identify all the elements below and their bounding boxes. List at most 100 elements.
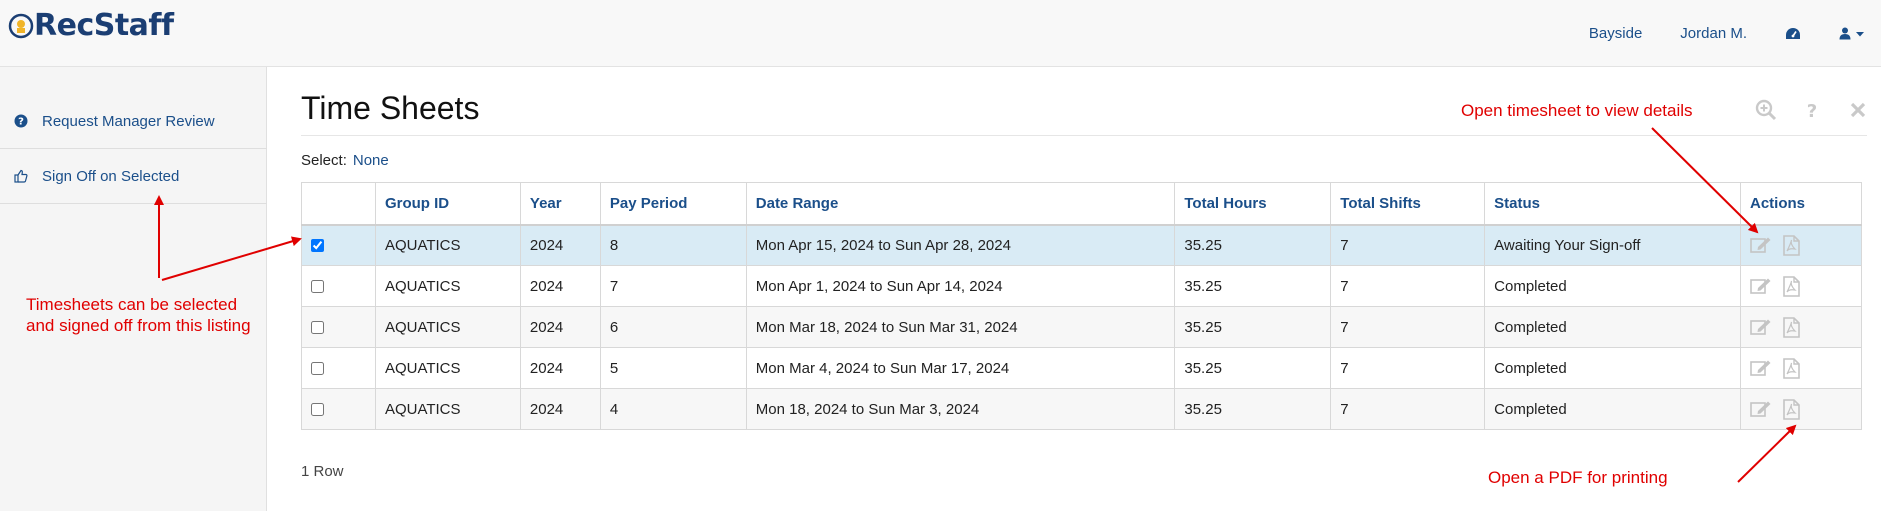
cell-actions — [1739, 347, 1863, 389]
top-navbar: RecStaff Bayside Jordan M. — [0, 0, 1881, 67]
cell-pay-period: 6 — [599, 306, 747, 348]
row-select-checkbox[interactable] — [311, 362, 324, 376]
row-select-checkbox[interactable] — [311, 239, 324, 253]
cell-date-range: Mon 18, 2024 to Sun Mar 3, 2024 — [745, 388, 1176, 430]
pdf-icon[interactable] — [1782, 398, 1800, 420]
sidebar: ? Request Manager Review Sign Off on Sel… — [0, 67, 267, 511]
cell-pay-period: 5 — [599, 347, 747, 389]
sidebar-item-request-manager-review[interactable]: ? Request Manager Review — [0, 94, 267, 149]
svg-text:?: ? — [18, 117, 24, 128]
cell-total-shifts: 7 — [1330, 224, 1486, 266]
sidebar-item-label: Sign Off on Selected — [42, 167, 180, 185]
col-header-total-hours[interactable]: Total Hours — [1174, 182, 1332, 226]
col-header-status[interactable]: Status — [1484, 182, 1741, 226]
cell-date-range: Mon Apr 1, 2024 to Sun Apr 14, 2024 — [745, 265, 1176, 307]
row-select-cell — [301, 306, 376, 348]
close-icon[interactable] — [1847, 99, 1869, 121]
page-title: Time Sheets — [301, 90, 480, 126]
cell-group-id: AQUATICS — [374, 265, 521, 307]
edit-icon[interactable] — [1750, 359, 1772, 377]
cell-date-range: Mon Mar 4, 2024 to Sun Mar 17, 2024 — [745, 347, 1176, 389]
edit-icon[interactable] — [1750, 400, 1772, 418]
cell-total-shifts: 7 — [1330, 388, 1486, 430]
cell-year: 2024 — [519, 306, 601, 348]
cell-date-range: Mon Mar 18, 2024 to Sun Mar 31, 2024 — [745, 306, 1176, 348]
cell-total-shifts: 7 — [1330, 347, 1486, 389]
select-bar: Select: None — [301, 152, 389, 169]
cell-total-hours: 35.25 — [1174, 388, 1332, 430]
help-icon[interactable]: ? — [1801, 99, 1823, 121]
nav-user-link[interactable]: Jordan M. — [1680, 25, 1747, 42]
row-select-cell — [301, 224, 376, 266]
cell-total-shifts: 7 — [1330, 306, 1486, 348]
row-select-checkbox[interactable] — [311, 321, 324, 335]
table-header-row: Group ID Year Pay Period Date Range Tota… — [301, 182, 1863, 226]
annotation-view-note: Open timesheet to view details — [1461, 101, 1693, 120]
col-header-group-id[interactable]: Group ID — [374, 182, 521, 226]
col-header-pay-period[interactable]: Pay Period — [599, 182, 747, 226]
cell-status: Completed — [1484, 388, 1741, 430]
cell-status: Awaiting Your Sign-off — [1484, 224, 1741, 266]
top-nav-links: Bayside Jordan M. — [1589, 0, 1881, 67]
dashboard-icon[interactable] — [1785, 27, 1801, 41]
cell-total-hours: 35.25 — [1174, 347, 1332, 389]
pdf-icon[interactable] — [1782, 275, 1800, 297]
table-row[interactable]: AQUATICS 2024 6 Mon Mar 18, 2024 to Sun Mar… — [301, 306, 1863, 348]
col-header-total-shifts[interactable]: Total Shifts — [1330, 182, 1486, 226]
sidebar-item-sign-off-on-selected[interactable]: Sign Off on Selected — [0, 149, 267, 204]
timesheets-table: Group ID Year Pay Period Date Range Tota… — [301, 182, 1863, 430]
col-header-date-range[interactable]: Date Range — [745, 182, 1176, 226]
caret-down-icon — [1856, 31, 1864, 36]
cell-actions — [1739, 388, 1863, 430]
zoom-icon[interactable] — [1755, 99, 1777, 121]
nav-location-link[interactable]: Bayside — [1589, 25, 1642, 42]
table-row[interactable]: AQUATICS 2024 4 Mon 18, 2024 to Sun Mar 3, … — [301, 388, 1863, 430]
main-content: Time Sheets ? Select: None Group ID Year… — [267, 67, 1881, 511]
row-select-cell — [301, 347, 376, 389]
pdf-icon[interactable] — [1782, 357, 1800, 379]
cell-year: 2024 — [519, 347, 601, 389]
edit-icon[interactable] — [1750, 318, 1772, 336]
col-header-year[interactable]: Year — [519, 182, 601, 226]
select-label: Select: — [301, 152, 347, 169]
row-select-cell — [301, 265, 376, 307]
cell-year: 2024 — [519, 388, 601, 430]
sidebar-item-label: Request Manager Review — [42, 112, 215, 130]
col-select-header — [301, 182, 376, 226]
cell-total-hours: 35.25 — [1174, 306, 1332, 348]
cell-group-id: AQUATICS — [374, 224, 521, 266]
cell-total-shifts: 7 — [1330, 265, 1486, 307]
logo-text: RecStaff — [34, 8, 174, 43]
app-logo[interactable]: RecStaff — [8, 8, 174, 44]
cell-pay-period: 8 — [599, 224, 747, 266]
user-menu[interactable] — [1839, 27, 1865, 40]
pdf-icon[interactable] — [1782, 316, 1800, 338]
thumbs-up-icon — [12, 169, 30, 183]
panel-toolbar: ? — [1731, 99, 1869, 121]
edit-icon[interactable] — [1750, 236, 1772, 254]
logo-badge-icon — [8, 13, 34, 39]
question-circle-icon: ? — [12, 114, 30, 128]
cell-status: Completed — [1484, 347, 1741, 389]
row-count: 1 Row — [301, 463, 344, 480]
cell-actions — [1739, 224, 1863, 266]
cell-year: 2024 — [519, 224, 601, 266]
cell-actions — [1739, 265, 1863, 307]
row-select-checkbox[interactable] — [311, 280, 324, 294]
table-row[interactable]: AQUATICS 2024 8 Mon Apr 15, 2024 to Sun Apr… — [301, 224, 1863, 266]
row-select-checkbox[interactable] — [311, 403, 324, 417]
table-row[interactable]: AQUATICS 2024 5 Mon Mar 4, 2024 to Sun Mar … — [301, 347, 1863, 389]
edit-icon[interactable] — [1750, 277, 1772, 295]
cell-status: Completed — [1484, 306, 1741, 348]
row-select-cell — [301, 388, 376, 430]
cell-pay-period: 7 — [599, 265, 747, 307]
annotation-pdf-note: Open a PDF for printing — [1488, 468, 1668, 487]
title-divider — [301, 135, 1867, 136]
cell-group-id: AQUATICS — [374, 388, 521, 430]
table-row[interactable]: AQUATICS 2024 7 Mon Apr 1, 2024 to Sun Apr … — [301, 265, 1863, 307]
cell-status: Completed — [1484, 265, 1741, 307]
pdf-icon[interactable] — [1782, 234, 1800, 256]
annotation-sidebar-note: Timesheets can be selected and signed of… — [26, 295, 251, 335]
svg-text:?: ? — [1807, 101, 1817, 121]
select-none-link[interactable]: None — [353, 152, 389, 169]
